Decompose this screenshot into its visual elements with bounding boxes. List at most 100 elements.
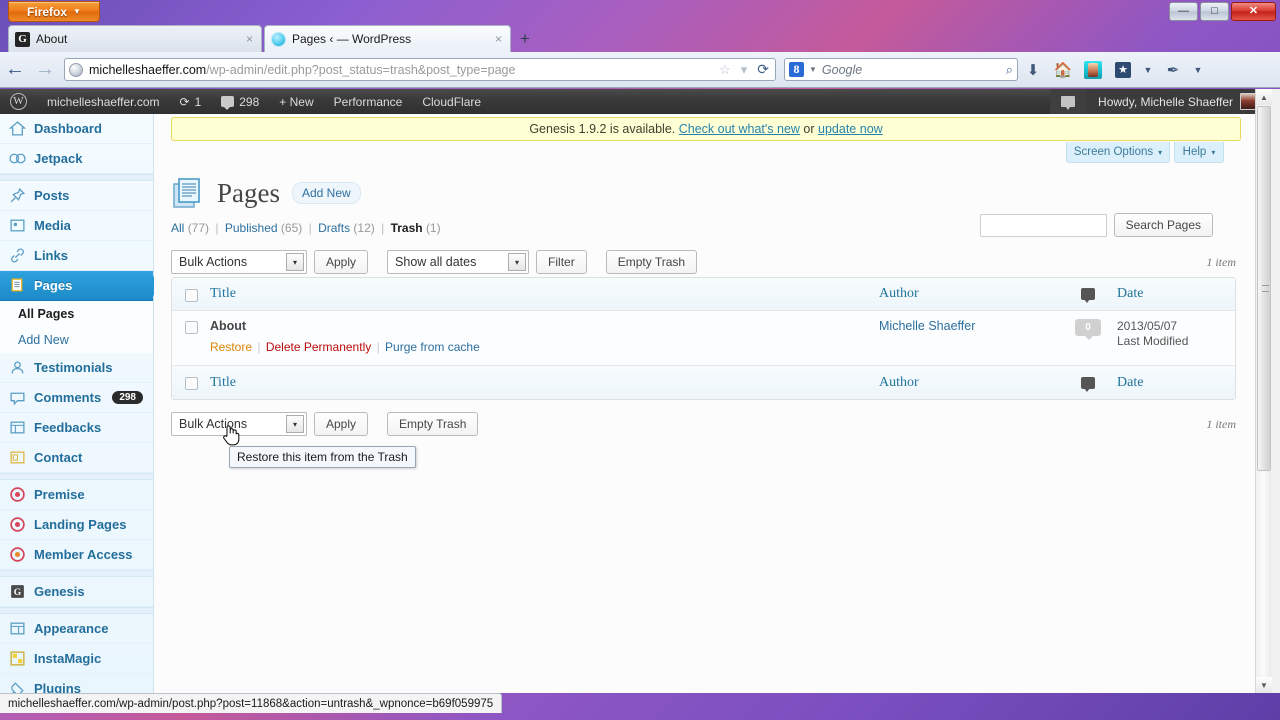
updates-count: 1 — [194, 94, 202, 109]
close-tab-icon[interactable]: × — [244, 32, 255, 46]
sidebar-item-member-access[interactable]: Member Access — [0, 540, 153, 570]
sidebar-item-instamagic[interactable]: InstaMagic — [0, 644, 153, 674]
sidebar-item-feedbacks[interactable]: Feedbacks — [0, 413, 153, 443]
close-tab-icon[interactable]: × — [493, 32, 504, 46]
new-content-menu[interactable]: + New — [269, 89, 323, 114]
scroll-up-icon[interactable]: ▲ — [1256, 89, 1272, 105]
howdy-menu[interactable]: Howdy, Michelle Shaeffer — [1086, 89, 1265, 114]
restore-link[interactable]: Restore — [210, 340, 252, 354]
empty-trash-button-bottom[interactable]: Empty Trash — [387, 412, 479, 436]
author-link[interactable]: Michelle Shaeffer — [879, 319, 975, 333]
feather-icon[interactable]: ✒ — [1158, 56, 1188, 84]
sidebar-item-premise[interactable]: Premise — [0, 480, 153, 510]
bookmark-star-icon[interactable]: ☆ — [717, 62, 733, 78]
sidebar-item-posts[interactable]: Posts — [0, 181, 153, 211]
view-link-trash[interactable]: Trash — [391, 221, 423, 235]
apply-button-bottom[interactable]: Apply — [314, 412, 369, 436]
screen-icon[interactable] — [1050, 89, 1087, 114]
scrollbar-thumb[interactable] — [1257, 106, 1271, 471]
sidebar-item-genesis[interactable]: G Genesis — [0, 577, 153, 607]
sidebar-item-testimonials[interactable]: Testimonials — [0, 353, 153, 383]
minimize-button[interactable]: — — [1169, 2, 1198, 21]
filter-button[interactable]: Filter — [536, 250, 587, 274]
chevron-down-icon[interactable]: ▼ — [809, 65, 817, 74]
search-bar[interactable]: 8 ▼ Google ⌕ — [784, 58, 1018, 81]
purge-from-cache-link[interactable]: Purge from cache — [385, 340, 480, 354]
sidebar-item-media[interactable]: Media — [0, 211, 153, 241]
row-title[interactable]: About — [210, 319, 879, 333]
refresh-icon: ⟳ — [179, 94, 190, 109]
search-input[interactable] — [979, 213, 1107, 237]
tablenav-bottom: Bulk Actions ▾ Apply Empty Trash 1 item — [171, 409, 1236, 439]
screen-options-button[interactable]: Screen Options ▾ — [1066, 142, 1170, 163]
wp-logo-menu[interactable]: W — [0, 89, 37, 114]
view-link-drafts[interactable]: Drafts — [318, 221, 350, 235]
scroll-down-icon[interactable]: ▼ — [1256, 677, 1272, 693]
cloudflare-menu[interactable]: CloudFlare — [412, 89, 491, 114]
home-icon[interactable]: 🏠 — [1048, 56, 1078, 84]
updates-menu[interactable]: ⟳ 1 — [170, 89, 212, 114]
sidebar-item-links[interactable]: Links — [0, 241, 153, 271]
update-now-link[interactable]: update now — [818, 122, 883, 136]
check-whats-new-link[interactable]: Check out what's new — [679, 122, 800, 136]
target-icon — [10, 547, 25, 562]
column-footer-comments[interactable] — [1059, 376, 1117, 392]
sidebar-item-landing-pages[interactable]: Landing Pages — [0, 510, 153, 540]
delete-permanently-link[interactable]: Delete Permanently — [266, 340, 371, 354]
download-icon[interactable]: ⬇ — [1018, 56, 1048, 84]
comment-count-badge[interactable]: 0 — [1075, 319, 1101, 340]
column-footer-title[interactable]: Title — [210, 375, 879, 390]
chevron-down-icon[interactable]: ▾ — [739, 62, 750, 78]
search-pages-button[interactable]: Search Pages — [1113, 213, 1213, 237]
performance-menu[interactable]: Performance — [324, 89, 413, 114]
maximize-button[interactable]: □ — [1200, 2, 1229, 21]
column-header-comments[interactable] — [1059, 288, 1117, 303]
bulk-actions-select-top[interactable]: Bulk Actions ▾ — [171, 250, 307, 274]
back-icon[interactable]: ← — [0, 56, 30, 84]
app-icon[interactable] — [1078, 56, 1108, 84]
sidebar-item-jetpack[interactable]: Jetpack — [0, 144, 153, 174]
close-window-button[interactable]: ✕ — [1231, 2, 1276, 21]
site-name-menu[interactable]: michelleshaeffer.com — [37, 89, 170, 114]
address-bar[interactable]: michelleshaeffer.com/wp-admin/edit.php?p… — [64, 58, 776, 81]
page-scrollbar[interactable]: ▲ ▼ — [1255, 89, 1272, 693]
sidebar-item-comments[interactable]: Comments 298 — [0, 383, 153, 413]
new-tab-button[interactable]: + — [513, 27, 537, 51]
column-header-author[interactable]: Author — [879, 287, 1059, 301]
view-link-all[interactable]: All — [171, 221, 184, 235]
row-checkbox[interactable] — [184, 321, 198, 334]
view-link-published[interactable]: Published — [225, 221, 278, 235]
column-footer-date[interactable]: Date — [1117, 375, 1235, 390]
select-all-checkbox-footer[interactable] — [184, 377, 198, 390]
row-actions: Restore | Delete Permanently | Purge fro… — [210, 340, 879, 354]
sidebar-item-plugins[interactable]: Plugins — [0, 674, 153, 693]
tab-about[interactable]: G About × — [8, 25, 262, 52]
sidebar-item-contact[interactable]: Contact — [0, 443, 153, 473]
bookmarks-star-icon[interactable]: ★ — [1108, 56, 1138, 84]
forward-icon[interactable]: → — [30, 56, 60, 84]
sidebar-item-pages[interactable]: Pages — [0, 271, 164, 301]
firefox-menu-button[interactable]: Firefox ▼ — [8, 1, 100, 22]
help-button[interactable]: Help ▾ — [1174, 142, 1224, 163]
comments-menu[interactable]: 298 — [211, 89, 269, 114]
column-header-title[interactable]: Title — [210, 287, 879, 301]
sidebar-item-all-pages[interactable]: All Pages — [0, 301, 153, 327]
date-filter-select[interactable]: Show all dates ▾ — [387, 250, 530, 274]
sidebar-item-dashboard[interactable]: Dashboard — [0, 114, 153, 144]
sidebar-item-add-new-page[interactable]: Add New — [0, 327, 153, 353]
pin-icon — [10, 187, 26, 203]
search-icon[interactable]: ⌕ — [1006, 62, 1013, 78]
column-footer-author[interactable]: Author — [879, 375, 1059, 390]
empty-trash-button-top[interactable]: Empty Trash — [605, 250, 698, 274]
select-all-checkbox[interactable] — [184, 288, 198, 302]
add-new-button[interactable]: Add New — [292, 182, 361, 204]
chevron-down-icon[interactable]: ▼ — [1138, 56, 1158, 84]
user-icon — [11, 361, 24, 374]
overflow-chevron-icon[interactable]: ▼ — [1188, 56, 1208, 84]
chevron-down-icon: ▾ — [508, 253, 527, 271]
apply-button-top[interactable]: Apply — [314, 250, 369, 274]
column-header-date[interactable]: Date — [1117, 287, 1235, 301]
reload-icon[interactable]: ⟳ — [755, 61, 771, 78]
tab-pages-wordpress[interactable]: Pages ‹ — WordPress × — [264, 25, 511, 52]
sidebar-item-appearance[interactable]: Appearance — [0, 614, 153, 644]
